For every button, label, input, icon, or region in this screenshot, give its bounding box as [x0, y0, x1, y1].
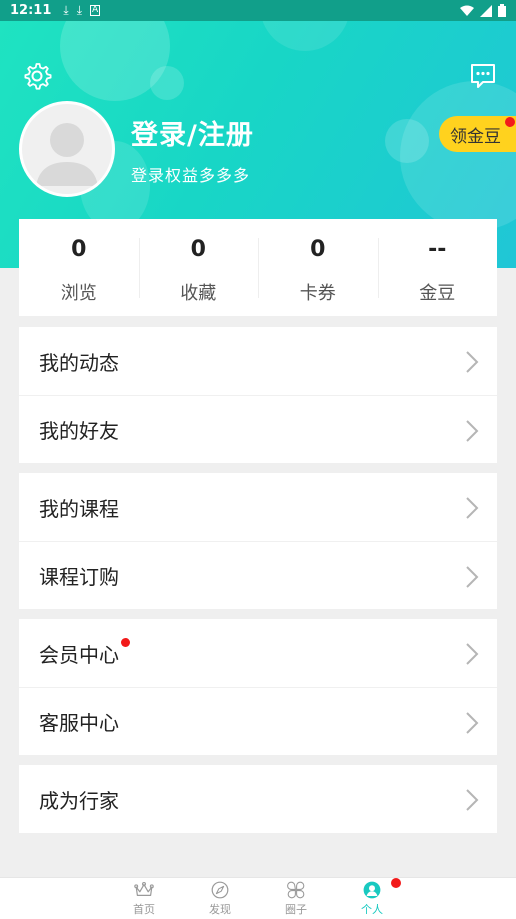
menu-item-label: 我的好友 [39, 419, 119, 443]
wifi-icon [460, 5, 474, 16]
default-avatar-icon [36, 123, 98, 186]
tab-home[interactable]: 首页 [124, 881, 164, 917]
chevron-right-icon [466, 351, 479, 373]
stat-browse[interactable]: 0 浏览 [19, 219, 139, 316]
menu-group-social: 我的动态 我的好友 [19, 327, 497, 463]
profile-icon [363, 881, 381, 899]
stat-value: 0 [71, 237, 87, 262]
stat-label: 金豆 [419, 283, 456, 304]
status-right-icons [460, 4, 506, 17]
menu-item-my-activity[interactable]: 我的动态 [19, 327, 497, 395]
clover-icon [287, 881, 305, 899]
stat-label: 浏览 [60, 283, 97, 304]
a-icon: A [90, 5, 101, 16]
chevron-right-icon [466, 420, 479, 442]
stat-label: 卡券 [299, 283, 336, 304]
notification-dot [121, 637, 130, 647]
signal-icon [480, 4, 492, 17]
tab-label: 圈子 [285, 903, 307, 916]
status-bar: 12:11 ⤓ ⤓ A [0, 0, 516, 21]
menu-item-member-center[interactable]: 会员中心 [19, 619, 497, 687]
stat-gold-beans[interactable]: -- 金豆 [377, 219, 498, 316]
stat-label: 收藏 [180, 283, 217, 304]
notification-dot [391, 878, 401, 888]
stat-coupons[interactable]: 0 卡券 [258, 219, 378, 316]
chevron-right-icon [466, 643, 479, 665]
menu-item-label: 课程订购 [39, 565, 119, 589]
login-subtitle: 登录权益多多多 [131, 166, 251, 185]
stats-card: 0 浏览 0 收藏 0 卡券 -- 金豆 [19, 219, 497, 316]
menu-item-label: 成为行家 [39, 788, 119, 813]
bottom-tab-bar: 首页 发现 圈子 个人 [0, 877, 516, 919]
menu-group-expert: 成为行家 [19, 765, 497, 833]
menu-item-course-order[interactable]: 课程订购 [19, 541, 497, 609]
chevron-right-icon [466, 497, 479, 519]
stat-value: 0 [310, 237, 326, 262]
menu-item-label: 客服中心 [39, 711, 119, 735]
stat-value: -- [428, 237, 447, 262]
chevron-right-icon [466, 566, 479, 588]
menu-item-become-expert[interactable]: 成为行家 [19, 765, 497, 833]
menu-item-label: 我的课程 [39, 496, 119, 521]
chat-bubble-icon[interactable] [469, 62, 497, 90]
status-time: 12:11 [10, 3, 52, 18]
avatar[interactable] [19, 101, 115, 197]
tab-label: 个人 [361, 903, 383, 916]
crown-icon [134, 882, 154, 896]
tab-label: 首页 [133, 903, 155, 916]
menu-item-customer-service[interactable]: 客服中心 [19, 687, 497, 755]
gold-button-label: 领金豆 [450, 126, 501, 147]
tab-profile[interactable]: 个人 [352, 881, 392, 917]
menu-item-my-courses[interactable]: 我的课程 [19, 473, 497, 541]
menu-item-label: 我的动态 [39, 350, 119, 375]
tab-label: 发现 [209, 903, 231, 916]
download-icon: ⤓ [63, 3, 69, 17]
download-icon: ⤓ [76, 3, 83, 17]
menu-item-my-friends[interactable]: 我的好友 [19, 395, 497, 463]
chevron-right-icon [466, 712, 479, 734]
chevron-right-icon [466, 789, 479, 811]
menu-group-courses: 我的课程 课程订购 [19, 473, 497, 609]
compass-icon [211, 881, 229, 899]
notification-dot [505, 117, 515, 127]
stat-favorites[interactable]: 0 收藏 [138, 219, 259, 316]
battery-icon [498, 4, 506, 17]
menu-item-label: 会员中心 [39, 642, 119, 667]
login-title[interactable]: 登录/注册 [131, 113, 254, 152]
tab-discover[interactable]: 发现 [200, 881, 240, 917]
menu-group-service: 会员中心 客服中心 [19, 619, 497, 755]
tab-circle[interactable]: 圈子 [276, 881, 316, 917]
gear-icon[interactable] [22, 61, 52, 91]
stat-value: 0 [190, 237, 206, 262]
